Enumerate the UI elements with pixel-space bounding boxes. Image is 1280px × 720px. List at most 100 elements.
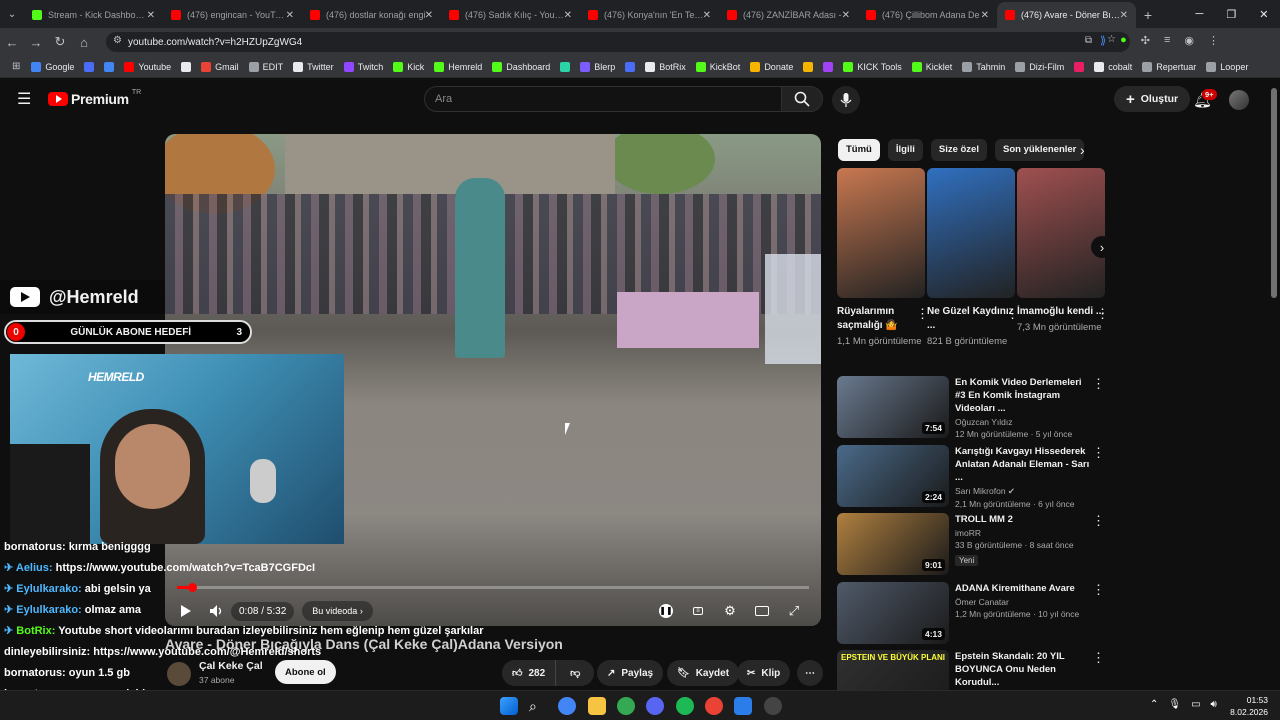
browser-tab[interactable]: (476) Sadık Kılıç - YouTub ✕ bbox=[441, 2, 580, 28]
bookmark-item[interactable]: Gmail bbox=[196, 61, 244, 72]
tray-chevron-icon[interactable]: ⌃ bbox=[1150, 699, 1158, 710]
bookmark-item[interactable]: Kicklet bbox=[907, 61, 958, 72]
clip-button[interactable]: ✂ Klip bbox=[737, 660, 791, 686]
install-icon[interactable]: ⧉ bbox=[1085, 35, 1092, 46]
media-control-icon[interactable]: ≡ bbox=[1164, 34, 1170, 47]
short-thumbnail[interactable] bbox=[837, 168, 925, 298]
browser-tab[interactable]: (476) Konya'nın 'En Tehlik ✕ bbox=[580, 2, 719, 28]
bookmark-item[interactable] bbox=[99, 61, 119, 72]
more-options-icon[interactable]: ⋮ bbox=[1092, 445, 1105, 461]
bookmark-item[interactable]: KICK Tools bbox=[838, 61, 906, 72]
channel-name[interactable]: Sarı Mikrofon ✔ bbox=[955, 486, 1091, 497]
tab-close-icon[interactable]: ✕ bbox=[981, 10, 989, 21]
chrome-icon[interactable] bbox=[558, 697, 576, 715]
channel-name[interactable]: Oğuzcan Yıldız bbox=[955, 417, 1091, 427]
video-title[interactable]: TROLL MM 2 bbox=[955, 513, 1091, 526]
filter-chip[interactable]: Size özel bbox=[930, 139, 987, 161]
home-icon[interactable]: ⌂ bbox=[72, 35, 96, 50]
chips-next-icon[interactable]: › bbox=[1080, 142, 1085, 158]
browser-menu-icon[interactable]: ⋮ bbox=[1208, 34, 1219, 47]
voice-search-button[interactable] bbox=[832, 86, 860, 114]
browser-tab[interactable]: (476) ZANZİBAR Adası - ✕ bbox=[719, 2, 858, 28]
short-title[interactable]: Rüyalarımın saçmalığı 🤷 bbox=[837, 305, 925, 333]
tray-volume-icon[interactable]: 🔊︎ bbox=[1211, 699, 1217, 710]
shorts-next-button[interactable]: › bbox=[1091, 236, 1113, 258]
tab-close-icon[interactable]: ✕ bbox=[564, 10, 572, 21]
forward-icon[interactable]: → bbox=[24, 35, 48, 50]
browser-tab[interactable]: (476) dostlar konağı engi ✕ bbox=[302, 2, 441, 28]
more-options-icon[interactable]: ⋮ bbox=[1092, 582, 1105, 598]
short-thumbnail[interactable] bbox=[1017, 168, 1105, 298]
app-icon[interactable] bbox=[734, 697, 752, 715]
short-thumbnail[interactable] bbox=[927, 168, 1015, 298]
video-title[interactable]: En Komik Video Derlemeleri #3 En Komik İ… bbox=[955, 376, 1091, 415]
taskbar-clock[interactable]: 01:53 8.02.2026 bbox=[1230, 694, 1268, 718]
recommended-video[interactable]: 7:54 En Komik Video Derlemeleri #3 En Kom… bbox=[837, 376, 1107, 440]
bookmark-item[interactable] bbox=[798, 61, 818, 72]
short-item[interactable]: Rüyalarımın saçmalığı 🤷 1,1 Mn görüntülem… bbox=[837, 168, 929, 349]
channel-name[interactable]: imoRR bbox=[955, 528, 1091, 538]
bookmark-item[interactable]: Looper bbox=[1201, 61, 1253, 72]
bookmark-item[interactable]: KickBot bbox=[691, 61, 746, 72]
create-button[interactable]: + Oluştur bbox=[1114, 86, 1191, 112]
tab-close-icon[interactable]: ✕ bbox=[1120, 10, 1128, 21]
url-field[interactable]: ⚙ youtube.com/watch?v=h2HZUpZgWG4 ⧉ ☆ bbox=[106, 32, 1130, 52]
more-options-icon[interactable]: ⋮ bbox=[1092, 650, 1105, 666]
more-options-icon[interactable]: ⋮ bbox=[1092, 376, 1105, 392]
subtitles-button[interactable]: ≡ bbox=[683, 596, 713, 626]
account-avatar[interactable] bbox=[1229, 90, 1249, 110]
short-item[interactable]: Ne Güzel Kaydınız ... 821 B görüntüleme ⋮ bbox=[927, 168, 1019, 349]
video-title[interactable]: Karıştığı Kavgayı Hissederek Anlatan Ada… bbox=[955, 445, 1091, 484]
bookmark-item[interactable] bbox=[555, 61, 575, 72]
file-explorer-icon[interactable] bbox=[588, 697, 606, 715]
filter-chip[interactable]: Tümü bbox=[838, 139, 880, 161]
spotify-icon[interactable] bbox=[676, 697, 694, 715]
short-title[interactable]: Ne Güzel Kaydınız ... bbox=[927, 305, 1015, 333]
tab-close-icon[interactable]: ✕ bbox=[425, 10, 433, 21]
more-actions-button[interactable]: ⋯ bbox=[797, 660, 823, 686]
recommended-video[interactable]: 9:01 TROLL MM 2 imoRR 33 B görüntüleme · 8 … bbox=[837, 513, 1107, 577]
extension-shield-icon[interactable]: ● bbox=[1120, 34, 1127, 47]
fullscreen-button[interactable]: ⤢ bbox=[779, 596, 809, 626]
bookmark-item[interactable]: Donate bbox=[745, 61, 798, 72]
youtube-logo[interactable]: Premium TR bbox=[48, 89, 141, 107]
bookmark-item[interactable]: Twitter bbox=[288, 61, 339, 72]
bookmark-item[interactable] bbox=[79, 61, 99, 72]
bookmark-item[interactable]: Dizi-Film bbox=[1010, 61, 1069, 72]
bookmark-item[interactable]: BotRix bbox=[640, 61, 691, 72]
video-thumbnail[interactable]: 2:24 bbox=[837, 444, 949, 507]
more-options-icon[interactable]: ⋮ bbox=[1092, 513, 1105, 529]
video-title[interactable]: Epstein Skandalı: 20 YIL BOYUNCA Onu Ned… bbox=[955, 650, 1091, 689]
discord-icon[interactable] bbox=[646, 697, 664, 715]
extensions-puzzle-icon[interactable]: ✣ bbox=[1141, 34, 1150, 47]
tab-close-icon[interactable]: ✕ bbox=[286, 10, 294, 21]
video-thumbnail[interactable]: 4:13 bbox=[837, 581, 949, 644]
chrome-profile-icon[interactable] bbox=[617, 697, 635, 715]
apps-grid-icon[interactable]: ⊞ bbox=[6, 61, 26, 72]
browser-tab[interactable]: (476) Çillibom Adana De ✕ bbox=[858, 2, 997, 28]
close-window-icon[interactable]: ✕ bbox=[1259, 8, 1268, 21]
search-input[interactable]: Ara bbox=[424, 86, 782, 112]
reload-icon[interactable]: ↻ bbox=[48, 34, 72, 50]
filter-chip[interactable]: Son yüklenenler bbox=[994, 139, 1085, 161]
bookmark-item[interactable] bbox=[818, 61, 838, 72]
settings-button[interactable]: ⚙ bbox=[715, 596, 745, 626]
taskbar-search-icon[interactable]: ⌕ bbox=[529, 697, 547, 715]
search-button[interactable] bbox=[781, 86, 823, 112]
bookmark-item[interactable]: cobalt bbox=[1089, 61, 1137, 72]
tab-close-icon[interactable]: ✕ bbox=[703, 10, 711, 21]
recommended-video[interactable]: 4:13 ADANA Kiremithane Avare Ömer Canatar 1… bbox=[837, 581, 1107, 646]
new-tab-icon[interactable]: + bbox=[1136, 2, 1160, 28]
video-thumbnail[interactable]: 7:54 bbox=[837, 376, 949, 438]
channel-name[interactable]: Ömer Canatar bbox=[955, 597, 1091, 607]
hamburger-menu-icon[interactable]: ☰ bbox=[17, 89, 31, 109]
minimize-icon[interactable]: ─ bbox=[1196, 8, 1204, 20]
bookmark-item[interactable]: EDIT bbox=[244, 61, 289, 72]
start-icon[interactable] bbox=[500, 697, 518, 715]
tab-close-icon[interactable]: ✕ bbox=[842, 10, 850, 21]
maximize-icon[interactable]: ❐ bbox=[1226, 8, 1236, 21]
bookmark-item[interactable]: Repertuar bbox=[1137, 61, 1201, 72]
bookmark-item[interactable]: Google bbox=[26, 61, 79, 72]
bookmark-item[interactable] bbox=[1069, 61, 1089, 72]
autoplay-toggle[interactable]: ❚❚ bbox=[651, 596, 681, 626]
